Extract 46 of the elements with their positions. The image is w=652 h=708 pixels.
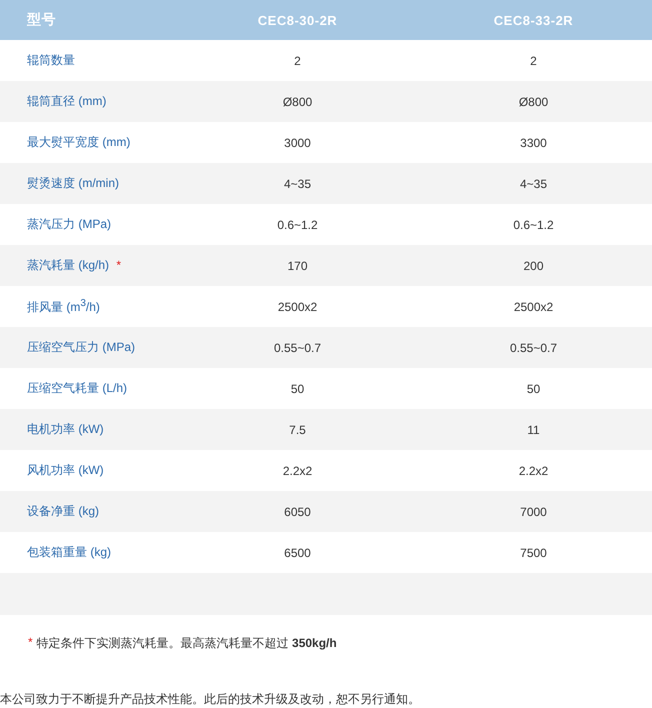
row-label: 熨烫速度 (m/min) (27, 176, 119, 190)
table-cell: 2 (180, 40, 415, 81)
table-cell: 2.2x2 (180, 450, 415, 491)
note-mark: * (28, 635, 33, 651)
table-cell: 3000 (180, 122, 415, 163)
table-cell: 170 (180, 245, 415, 286)
row-label: 电机功率 (kW) (27, 422, 104, 436)
column-header: CEC8-30-2R (180, 0, 415, 40)
table-cell: 6500 (180, 532, 415, 573)
row-label: 包装箱重量 (kg) (27, 545, 111, 559)
table-cell: 7500 (415, 532, 652, 573)
row-label: 辊筒直径 (mm) (27, 94, 106, 108)
column-header: CEC8-33-2R (415, 0, 652, 40)
row-label: 最大熨平宽度 (mm) (27, 135, 130, 149)
footnote-text: 特定条件下实测蒸汽耗量。最高蒸汽耗量不超过 350kg/h (36, 635, 337, 652)
table-cell: 0.55~0.7 (415, 327, 652, 368)
column-header: 型号 (0, 0, 180, 40)
disclaimer-text: 本公司致力于不断提升产品技术性能。此后的技术升级及改动，恕不另行通知。 (0, 691, 421, 708)
row-label: 蒸汽压力 (MPa) (27, 217, 111, 231)
table-cell: 6050 (180, 491, 415, 532)
table-cell: 50 (180, 368, 415, 409)
row-label: 压缩空气压力 (MPa) (27, 340, 135, 354)
row-label: 排风量 (m$^{3}$/h) (27, 300, 100, 314)
table-cell: 11 (415, 409, 652, 450)
table-cell: 3300 (415, 122, 652, 163)
row-label: 蒸汽耗量 (kg/h) (27, 258, 110, 272)
note-mark: * (116, 258, 122, 272)
table-cell: 4~35 (415, 163, 652, 204)
table-cell: 200 (415, 245, 652, 286)
table-cell: 0.55~0.7 (180, 327, 415, 368)
row-label: 设备净重 (kg) (27, 504, 99, 518)
row-label: 压缩空气耗量 (L/h) (27, 381, 128, 395)
table-cell: Ø800 (180, 81, 415, 122)
table-cell: 2 (415, 40, 652, 81)
table-cell: 0.6~1.2 (180, 204, 415, 245)
table-cell: 50 (415, 368, 652, 409)
table-cell: 4~35 (180, 163, 415, 204)
table-cell: 7000 (415, 491, 652, 532)
row-label: 辊筒数量 (27, 53, 75, 67)
table-cell: 2.2x2 (415, 450, 652, 491)
table-cell: 7.5 (180, 409, 415, 450)
table-cell: 2500x2 (415, 286, 652, 327)
table-cell: Ø800 (415, 81, 652, 122)
row-label: 风机功率 (kW) (27, 463, 104, 477)
table-cell: 0.6~1.2 (415, 204, 652, 245)
table-cell: 2500x2 (180, 286, 415, 327)
